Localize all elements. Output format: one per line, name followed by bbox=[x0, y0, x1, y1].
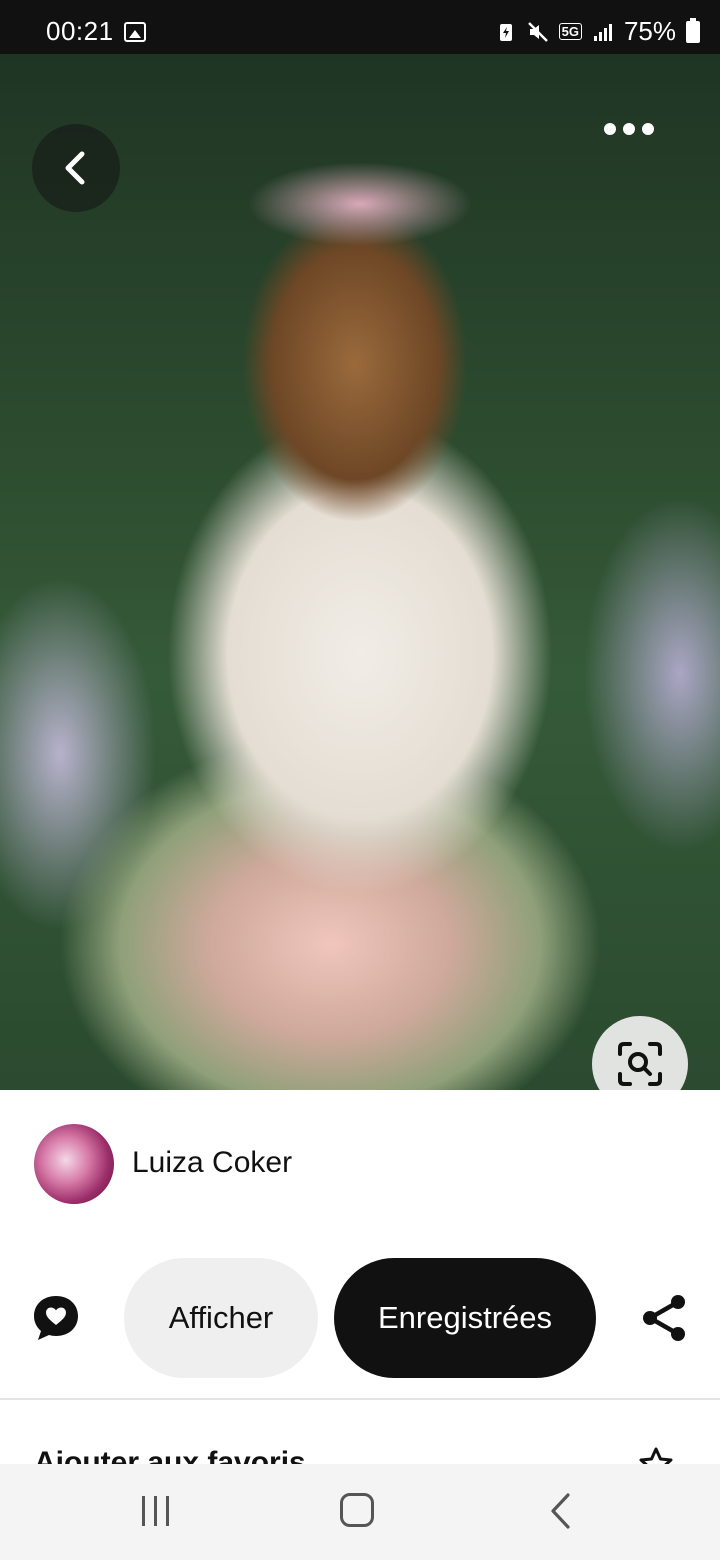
pin-image[interactable] bbox=[0, 54, 720, 1090]
add-to-favorites-label: Ajouter aux favoris bbox=[34, 1446, 306, 1464]
battery-icon bbox=[686, 17, 700, 43]
visual-search-icon bbox=[618, 1042, 662, 1086]
share-icon bbox=[643, 1295, 685, 1341]
visual-search-button[interactable] bbox=[592, 1016, 688, 1090]
battery-percent: 75% bbox=[623, 16, 676, 46]
view-button[interactable]: Afficher bbox=[124, 1258, 318, 1378]
saved-button[interactable]: Enregistrées bbox=[334, 1258, 596, 1378]
more-dot bbox=[642, 123, 654, 135]
image-icon bbox=[124, 22, 146, 42]
recents-icon[interactable] bbox=[138, 1494, 174, 1528]
chevron-left-icon bbox=[65, 151, 85, 185]
system-nav-bar bbox=[0, 1464, 720, 1560]
comment-button[interactable] bbox=[30, 1292, 82, 1344]
more-options-button[interactable] bbox=[604, 114, 676, 144]
more-dots-icon bbox=[604, 123, 616, 135]
status-icons: 5G 75% bbox=[495, 16, 700, 47]
signal-icon bbox=[593, 23, 612, 41]
network-5g-icon: 5G bbox=[558, 23, 582, 40]
mute-icon bbox=[527, 21, 548, 42]
back-button[interactable] bbox=[32, 124, 120, 212]
share-button[interactable] bbox=[638, 1292, 690, 1344]
status-bar: 00:21 5G 75% bbox=[0, 0, 720, 54]
battery-saver-icon bbox=[499, 23, 512, 41]
add-to-favorites-row[interactable]: Ajouter aux favoris bbox=[0, 1400, 720, 1464]
avatar[interactable] bbox=[34, 1124, 114, 1204]
comment-heart-icon bbox=[34, 1296, 78, 1340]
more-dot bbox=[623, 123, 635, 135]
home-icon[interactable] bbox=[340, 1493, 374, 1527]
back-icon[interactable] bbox=[548, 1492, 572, 1530]
author-name[interactable]: Luiza Coker bbox=[132, 1146, 292, 1180]
star-icon bbox=[639, 1447, 673, 1464]
status-time: 00:21 bbox=[46, 16, 114, 46]
